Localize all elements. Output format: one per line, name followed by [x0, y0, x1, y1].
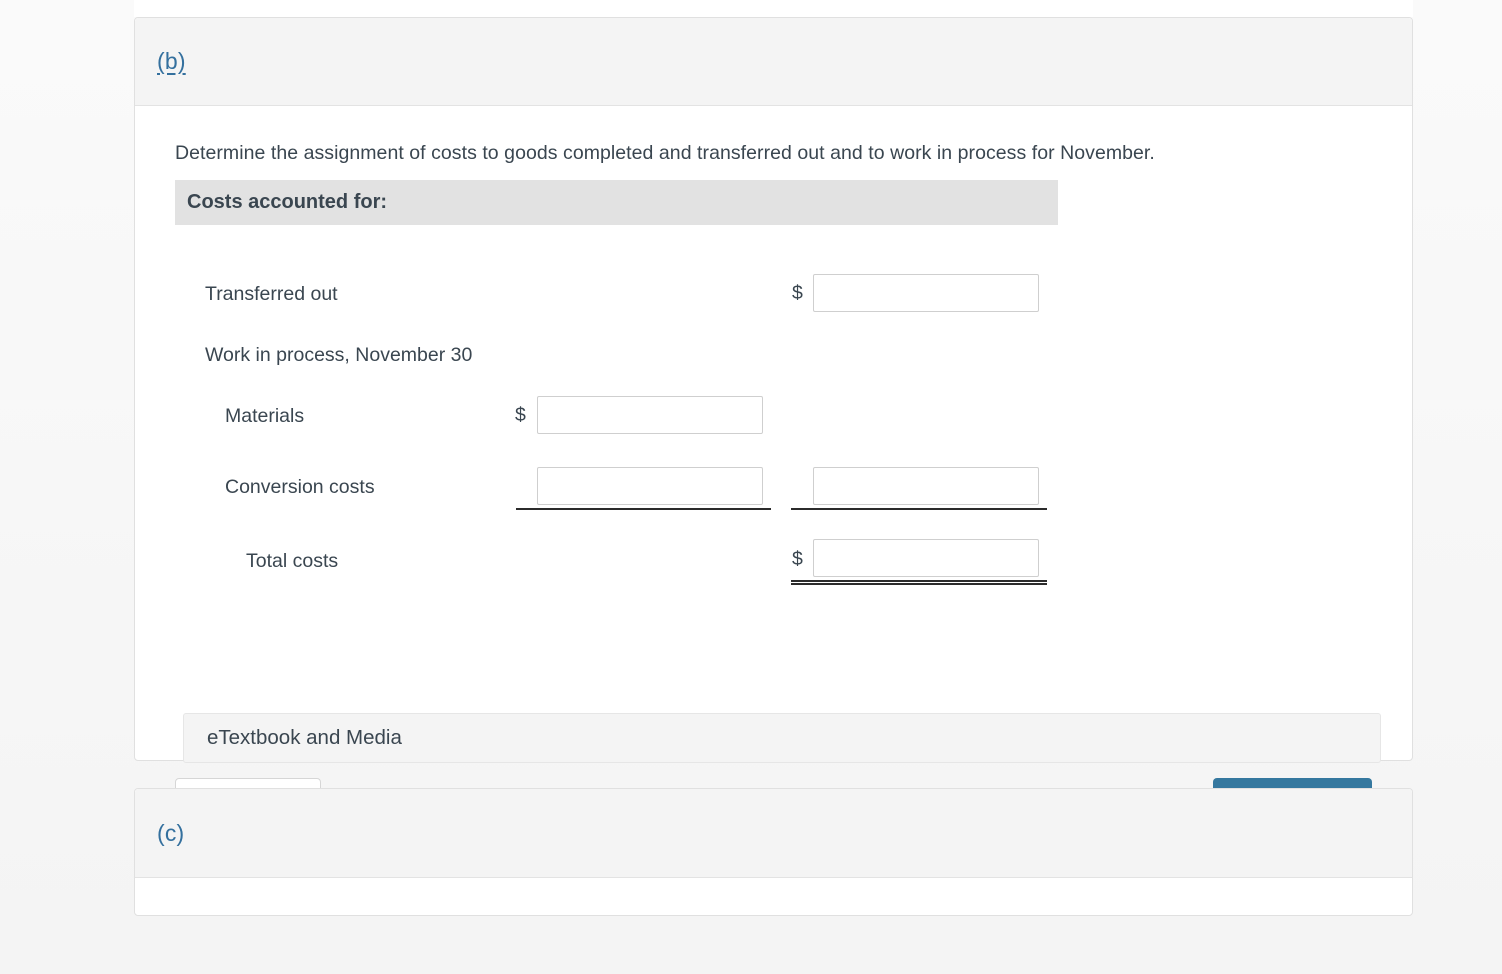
card-c-body — [135, 878, 1412, 915]
currency-symbol-total-costs: $ — [792, 548, 803, 570]
currency-symbol-transferred-out: $ — [792, 282, 803, 304]
question-card-c: (c) — [134, 788, 1413, 916]
currency-symbol-materials: $ — [515, 404, 526, 426]
part-b-link[interactable]: (b) — [157, 48, 186, 75]
card-c-header: (c) — [135, 789, 1412, 878]
subtotal-rule-col1 — [516, 508, 771, 510]
part-c-link[interactable]: (c) — [157, 820, 184, 847]
question-prompt: Determine the assignment of costs to goo… — [175, 142, 1155, 164]
card-b-header: (b) — [135, 18, 1412, 106]
input-total-costs[interactable] — [813, 539, 1039, 577]
row-label-transferred-out: Transferred out — [205, 283, 338, 305]
costs-accounted-table: Costs accounted for: Transferred out $ W… — [175, 180, 1058, 585]
etextbook-and-media-label: eTextbook and Media — [207, 726, 402, 749]
input-materials[interactable] — [537, 396, 763, 434]
question-card-b: (b) Determine the assignment of costs to… — [134, 17, 1413, 824]
top-white-strip — [134, 0, 1413, 17]
input-conversion-costs-col2[interactable] — [813, 467, 1039, 505]
total-double-rule — [791, 580, 1047, 585]
etextbook-and-media-bar[interactable]: eTextbook and Media — [183, 713, 1381, 763]
input-conversion-costs-col1[interactable] — [537, 467, 763, 505]
subtotal-rule-col2 — [791, 508, 1047, 510]
row-label-materials: Materials — [225, 405, 305, 427]
row-label-total-costs: Total costs — [246, 550, 339, 572]
input-transferred-out[interactable] — [813, 274, 1039, 312]
row-label-conversion-costs: Conversion costs — [225, 476, 375, 498]
assignment-page: (b) Determine the assignment of costs to… — [0, 0, 1502, 974]
row-label-work-in-process: Work in process, November 30 — [205, 344, 473, 366]
table-header-costs-accounted-for: Costs accounted for: — [175, 180, 1058, 225]
